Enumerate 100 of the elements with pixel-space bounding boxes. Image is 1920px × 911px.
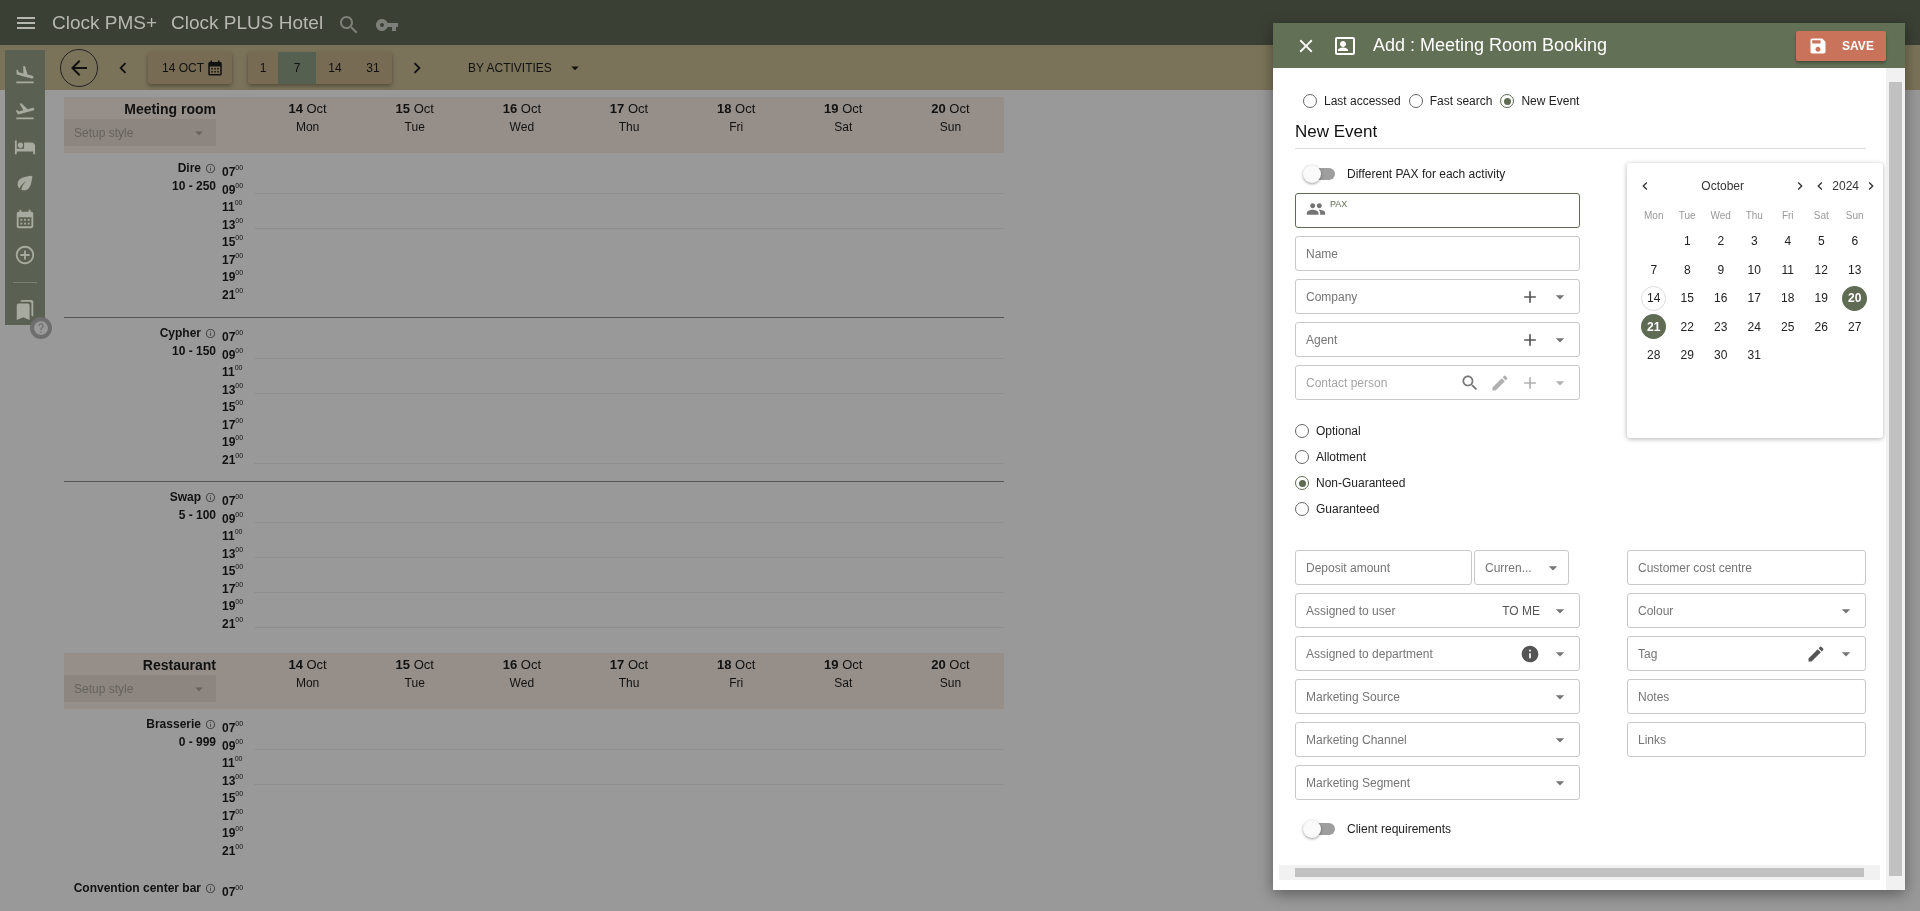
calendar-day[interactable]: 16 — [1708, 285, 1734, 311]
info-icon[interactable] — [205, 162, 216, 174]
info-icon[interactable] — [205, 491, 216, 503]
day-date: 18 Oct — [716, 657, 756, 672]
info-icon[interactable] — [205, 327, 216, 339]
selected-value: TO ME — [1502, 603, 1540, 618]
calendar-day[interactable]: 4 — [1775, 228, 1801, 254]
status-radio[interactable]: Allotment — [1295, 450, 1580, 464]
text-field[interactable]: Notes — [1627, 679, 1866, 714]
search-mode-radio[interactable]: New Event — [1500, 94, 1580, 108]
room-name: Brasserie — [146, 717, 201, 731]
range-option[interactable]: 14 — [316, 51, 354, 84]
select-field[interactable]: Assigned to department — [1295, 636, 1580, 671]
weekday: Wed — [509, 676, 535, 690]
select-field[interactable]: Marketing Channel — [1295, 722, 1580, 757]
day-date: 19 Oct — [824, 657, 863, 672]
calendar-day[interactable]: 31 — [1741, 342, 1767, 368]
info-icon[interactable] — [205, 718, 216, 730]
group-name: Restaurant — [141, 656, 216, 675]
takeoff-plane-icon[interactable] — [14, 100, 36, 122]
calendar-day[interactable]: 13 — [1842, 257, 1868, 283]
calendar-day[interactable]: 22 — [1674, 314, 1700, 340]
calendar-day[interactable]: 27 — [1842, 314, 1868, 340]
select-field[interactable]: Colour — [1627, 593, 1866, 628]
calendar-day[interactable]: 3 — [1741, 228, 1767, 254]
calendar-day[interactable]: 11 — [1775, 257, 1801, 283]
room-capacity: 10 - 150 — [171, 344, 216, 358]
horizontal-scrollbar[interactable] — [1279, 865, 1880, 880]
calendar-day[interactable]: 17 — [1741, 285, 1767, 311]
calendar-day[interactable]: 20 — [1842, 285, 1868, 311]
time-label: 21$^{00}$ — [222, 841, 245, 855]
text-field[interactable]: Links — [1627, 722, 1866, 757]
time-label: 07$^{00}$ — [222, 719, 245, 733]
calendar-day[interactable]: 23 — [1708, 314, 1734, 340]
weekday-label: Sat — [1813, 209, 1829, 221]
landing-plane-icon[interactable] — [14, 64, 36, 86]
day-date: 15 Oct — [395, 101, 434, 116]
select-field[interactable]: Contact person — [1295, 365, 1580, 400]
time-label: 15$^{00}$ — [222, 562, 245, 576]
calendar-icon[interactable] — [206, 58, 224, 77]
pencil-icon[interactable] — [1806, 643, 1826, 664]
vertical-scrollbar[interactable] — [1886, 68, 1905, 890]
calendar-day[interactable]: 19 — [1808, 285, 1834, 311]
text-field[interactable]: Deposit amount — [1295, 550, 1472, 585]
calendar-day[interactable]: 7 — [1641, 257, 1667, 283]
select-field[interactable]: Marketing Segment — [1295, 765, 1580, 800]
info-icon[interactable] — [1520, 643, 1540, 664]
calendar-day[interactable]: 8 — [1674, 257, 1700, 283]
status-radio[interactable]: Guaranteed — [1295, 502, 1580, 516]
select-field[interactable]: Agent — [1295, 322, 1580, 357]
calendar-day[interactable]: 12 — [1808, 257, 1834, 283]
view-dropdown[interactable]: BY ACTIVITIES — [462, 57, 590, 78]
day-date: 17 Oct — [609, 657, 649, 672]
calendar-day[interactable]: 15 — [1674, 285, 1700, 311]
group-name: Meeting room — [123, 100, 216, 119]
bookmarks-icon[interactable] — [14, 299, 36, 321]
status-radio[interactable]: Optional — [1295, 424, 1580, 438]
info-icon[interactable] — [205, 882, 216, 894]
day-date: 20 Oct — [931, 657, 970, 672]
text-field[interactable]: Name — [1295, 236, 1580, 271]
calendar-icon[interactable] — [14, 208, 36, 230]
section-heading: New Event — [1295, 122, 1866, 149]
calendar-day[interactable]: 2 — [1708, 228, 1734, 254]
time-label: 17$^{00}$ — [222, 579, 245, 593]
time-label: 19$^{00}$ — [222, 433, 245, 447]
weekday-label: Thu — [1745, 209, 1763, 221]
time-label: 07$^{00}$ — [222, 883, 245, 897]
select-field[interactable]: Curren... — [1474, 550, 1569, 585]
search-mode-radio[interactable]: Fast search — [1408, 94, 1493, 108]
weekday: Tue — [404, 120, 425, 134]
search-mode-radio[interactable]: Last accessed — [1303, 94, 1401, 108]
calendar-day[interactable]: 18 — [1775, 285, 1801, 311]
text-field[interactable]: Customer cost centre — [1627, 550, 1866, 585]
calendar-day[interactable]: 25 — [1775, 314, 1801, 340]
time-label: 15$^{00}$ — [222, 233, 245, 247]
time-label: 11$^{00}$ — [222, 754, 244, 768]
range-option[interactable]: 31 — [354, 51, 392, 84]
calendar-day[interactable]: 26 — [1808, 314, 1834, 340]
calendar-day[interactable]: 1 — [1674, 228, 1700, 254]
calendar-day[interactable]: 21 — [1641, 314, 1667, 340]
range-option[interactable]: 1 — [248, 51, 278, 84]
calendar-day[interactable]: 6 — [1842, 228, 1868, 254]
time-label: 13$^{00}$ — [222, 771, 245, 785]
select-field[interactable]: Company — [1295, 279, 1580, 314]
time-label: 21$^{00}$ — [222, 450, 245, 464]
select-field[interactable]: Marketing Source — [1295, 679, 1580, 714]
select-field[interactable]: Tag — [1627, 636, 1866, 671]
help-icon[interactable] — [30, 317, 52, 339]
calendar-day[interactable]: 24 — [1741, 314, 1767, 340]
calendar-day[interactable]: 10 — [1741, 257, 1767, 283]
status-radio[interactable]: Non-Guaranteed — [1295, 476, 1580, 490]
calendar-day[interactable]: 9 — [1708, 257, 1734, 283]
weekday: Thu — [618, 120, 640, 134]
pax-field[interactable]: PAX — [1295, 193, 1580, 228]
date-button[interactable]: 14 OCT — [148, 51, 232, 84]
calendar-day[interactable]: 29 — [1674, 342, 1700, 368]
day-date: 16 Oct — [502, 657, 541, 672]
calendar-day[interactable]: 5 — [1808, 228, 1834, 254]
calendar-day[interactable]: 30 — [1708, 342, 1734, 368]
calendar-day[interactable]: 28 — [1641, 342, 1667, 368]
